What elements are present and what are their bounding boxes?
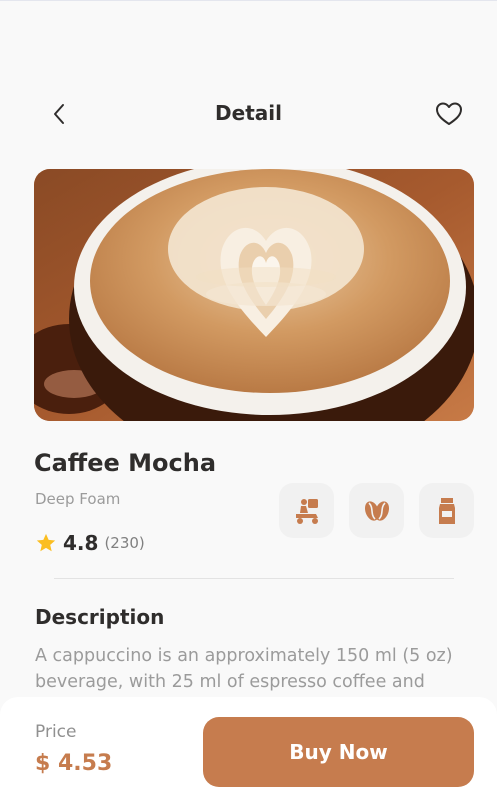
description-title: Description (35, 605, 165, 629)
latte-art-photo (34, 169, 474, 421)
milk-carton-icon (438, 497, 455, 524)
rating-value: 4.8 (63, 531, 99, 555)
favorite-button[interactable] (434, 99, 464, 129)
feature-delivery[interactable] (279, 483, 334, 538)
buy-now-button[interactable]: Buy Now (203, 717, 474, 787)
feature-coffee-bean[interactable] (349, 483, 404, 538)
rating: 4.8 (230) (35, 531, 145, 555)
header: Detail (0, 89, 497, 139)
heart-outline-icon (436, 102, 462, 125)
product-image (34, 169, 474, 421)
detail-screen: Detail Caffee Mocha Deep Foam 4.8 (230) … (0, 0, 497, 792)
price-value: $ 4.53 (35, 751, 113, 776)
delivery-scooter-icon (295, 498, 318, 524)
feature-milk[interactable] (419, 483, 474, 538)
page-title: Detail (215, 101, 282, 125)
star-icon (36, 533, 56, 552)
product-subtitle: Deep Foam (35, 490, 121, 508)
coffee-bean-icon (364, 500, 389, 521)
product-name: Caffee Mocha (34, 449, 217, 477)
price-label: Price (35, 722, 77, 742)
section-divider (54, 578, 454, 579)
description-text: A cappuccino is an approximately 150 ml … (35, 646, 453, 692)
rating-count: (230) (104, 534, 145, 552)
